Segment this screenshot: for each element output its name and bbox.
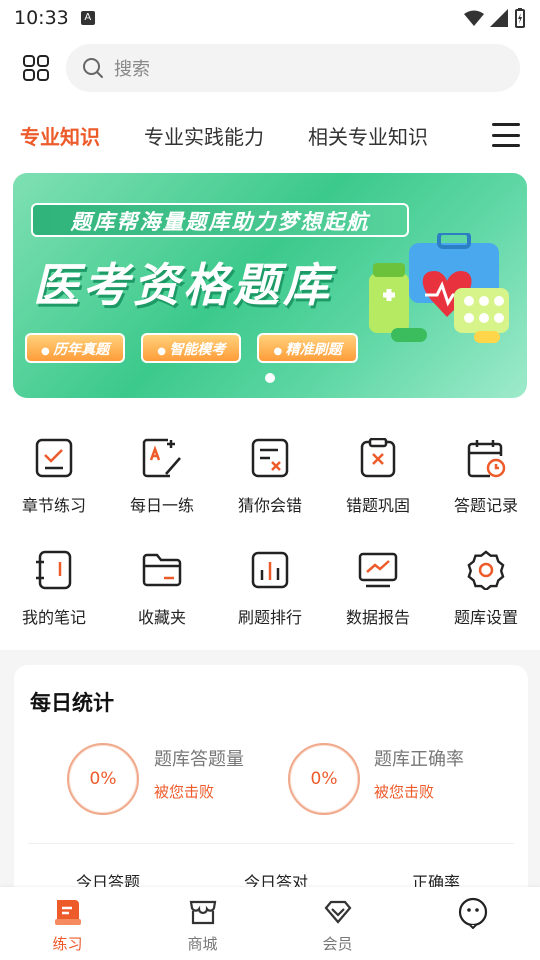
banner-tag: 历年真题 <box>25 333 126 363</box>
feature-label: 章节练习 <box>21 496 86 515</box>
feature-label: 收藏夹 <box>137 608 186 627</box>
feature-label: 猜你会错 <box>237 496 302 515</box>
chapter-practice-icon <box>32 436 76 480</box>
search-input[interactable]: 搜索 <box>66 44 520 92</box>
feature-data-report[interactable]: 数据报告 <box>324 548 432 628</box>
feature-grid: 章节练习 每日一练 猜你会错 错题巩固 答题记录 我的笔记 收藏夹 刷题排行 数… <box>0 410 540 650</box>
settings-icon <box>464 548 508 592</box>
bottom-navigation: 练习 商城 会员 <box>0 887 540 960</box>
category-tabs: 专业知识 专业实践能力 相关专业知识 <box>0 100 540 170</box>
banner-title: 医考资格题库 <box>33 258 333 312</box>
feature-answer-record[interactable]: 答题记录 <box>432 436 540 516</box>
wifi-icon <box>464 10 484 26</box>
stat-name: 题库正确率 <box>374 749 464 770</box>
banner-tags: 历年真题 智能模考 精准刷题 <box>25 333 358 363</box>
stat-sub: 被您击败 <box>154 783 215 801</box>
feature-label: 我的笔记 <box>21 608 86 627</box>
nav-label: 商城 <box>187 935 218 953</box>
nav-chat[interactable] <box>405 887 540 960</box>
feature-label: 错题巩固 <box>345 496 410 515</box>
nav-practice[interactable]: 练习 <box>0 887 135 960</box>
feature-guess-wrong[interactable]: 猜你会错 <box>216 436 324 516</box>
stats-divider <box>28 843 514 844</box>
medical-kit-illustration <box>369 233 509 343</box>
feature-ranking[interactable]: 刷题排行 <box>216 548 324 628</box>
feature-notes[interactable]: 我的笔记 <box>0 548 108 628</box>
status-indicator: A <box>80 11 95 25</box>
signal-icon <box>490 9 508 27</box>
practice-icon <box>54 900 81 925</box>
feature-label: 每日一练 <box>129 496 194 515</box>
battery-icon <box>515 8 525 28</box>
feature-wrong-review[interactable]: 错题巩固 <box>324 436 432 516</box>
banner-subtitle: 题库帮海量题库助力梦想起航 <box>31 203 409 237</box>
banner-tag: 智能模考 <box>141 333 242 363</box>
data-report-icon <box>356 548 400 592</box>
feature-chapter-practice[interactable]: 章节练习 <box>0 436 108 516</box>
status-icons <box>464 8 526 28</box>
search-placeholder: 搜索 <box>114 59 150 80</box>
banner-tag: 精准刷题 <box>257 333 358 363</box>
status-bar: 10:33 A <box>0 0 540 36</box>
nav-store[interactable]: 商城 <box>135 887 270 960</box>
chat-icon <box>458 897 487 929</box>
daily-stats-card: 每日统计 0% 题库答题量 被您击败 0% 题库正确率 被您击败 今日答题 今日… <box>14 665 528 905</box>
stat-sub: 被您击败 <box>374 783 435 801</box>
stat-name: 题库答题量 <box>154 749 244 770</box>
accuracy-ring: 0% <box>288 743 360 815</box>
carousel-indicator[interactable] <box>265 373 275 383</box>
member-icon <box>324 900 351 924</box>
feature-favorites[interactable]: 收藏夹 <box>108 548 216 628</box>
status-time: 10:33 <box>14 7 69 29</box>
nav-label: 会员 <box>322 935 353 953</box>
feature-label: 数据报告 <box>345 608 410 627</box>
grid-menu-button[interactable] <box>20 52 52 84</box>
feature-daily-practice[interactable]: 每日一练 <box>108 436 216 516</box>
feature-settings[interactable]: 题库设置 <box>432 548 540 628</box>
daily-practice-icon <box>140 436 184 480</box>
tab-menu-icon[interactable] <box>492 123 520 147</box>
nav-member[interactable]: 会员 <box>270 887 405 960</box>
guess-wrong-icon <box>248 436 292 480</box>
nav-label: 练习 <box>52 935 83 953</box>
notes-icon <box>32 548 76 592</box>
feature-row: 章节练习 每日一练 猜你会错 错题巩固 答题记录 <box>0 436 540 516</box>
search-icon <box>83 58 103 78</box>
tab-professional-knowledge[interactable]: 专业知识 <box>20 121 100 150</box>
grid-icon <box>23 55 49 81</box>
answer-record-icon <box>464 436 508 480</box>
tab-related-knowledge[interactable]: 相关专业知识 <box>308 121 428 150</box>
feature-label: 题库设置 <box>453 608 518 627</box>
tab-practice-ability[interactable]: 专业实践能力 <box>144 121 264 150</box>
feature-row: 我的笔记 收藏夹 刷题排行 数据报告 题库设置 <box>0 548 540 628</box>
banner-section: 题库帮海量题库助力梦想起航 医考资格题库 历年真题 智能模考 精准刷题 <box>0 170 540 410</box>
favorites-icon <box>140 548 184 592</box>
wrong-review-icon <box>356 436 400 480</box>
promo-banner[interactable]: 题库帮海量题库助力梦想起航 医考资格题库 历年真题 智能模考 精准刷题 <box>13 173 527 398</box>
answer-count-ring: 0% <box>67 743 139 815</box>
feature-label: 刷题排行 <box>237 608 302 627</box>
feature-label: 答题记录 <box>453 496 518 515</box>
store-icon <box>189 900 216 925</box>
top-header: 搜索 <box>0 36 540 100</box>
stats-title: 每日统计 <box>30 691 114 715</box>
ranking-icon <box>248 548 292 592</box>
